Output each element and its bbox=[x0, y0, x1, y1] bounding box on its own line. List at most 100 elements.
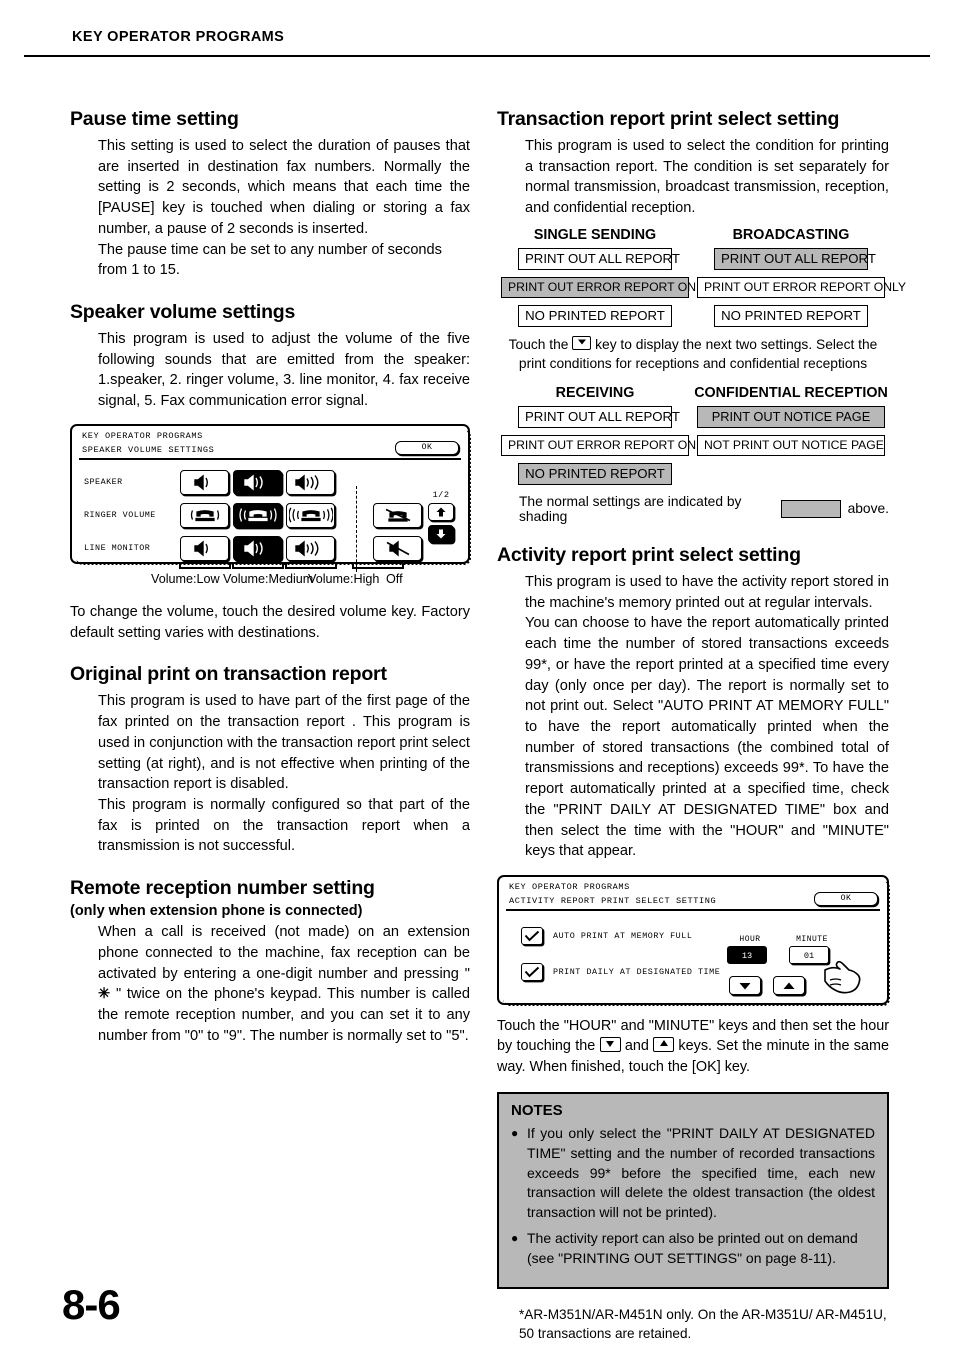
time-down-arrow-key[interactable] bbox=[729, 976, 761, 995]
panel-subtitle-text: SPEAKER VOLUME SETTINGS bbox=[82, 444, 215, 455]
caption-volume-low: Volume:Low bbox=[151, 571, 220, 586]
ringer-volume-medium-key[interactable] bbox=[233, 502, 282, 528]
bracket-high bbox=[285, 561, 337, 569]
speaker-volume-paragraph-1: This program is used to adjust the volum… bbox=[98, 331, 470, 410]
shading-legend: The normal settings are indicated by sha… bbox=[519, 494, 889, 524]
note-text: The activity report can also be printed … bbox=[527, 1230, 858, 1266]
speaker-volume-low-key[interactable] bbox=[180, 469, 229, 495]
bracket-off bbox=[352, 561, 404, 569]
line-monitor-high-key[interactable] bbox=[286, 535, 335, 561]
receiving-print-out-error-report-only[interactable]: PRINT OUT ERROR REPORT ONLY bbox=[501, 434, 710, 456]
single-sending-options: PRINT OUT ALL REPORT PRINT OUT ERROR REP… bbox=[497, 247, 710, 334]
broadcasting-print-out-all-report[interactable]: PRINT OUT ALL REPORT bbox=[714, 247, 876, 270]
down-arrow-icon bbox=[572, 335, 592, 350]
pause-time-paragraph-2: The pause time can be set to any number … bbox=[98, 241, 442, 279]
row-label-ringer-volume: RINGER VOLUME bbox=[84, 510, 156, 521]
speaker-volume-medium-key[interactable] bbox=[233, 469, 282, 495]
heading-broadcasting: BROADCASTING bbox=[732, 226, 850, 243]
bracket-medium bbox=[232, 561, 284, 569]
row-speaker: SPEAKER bbox=[72, 466, 468, 499]
minute-label: MINUTE bbox=[796, 935, 828, 944]
column-divider bbox=[356, 485, 357, 572]
row-label-speaker: SPEAKER bbox=[84, 477, 123, 488]
note-item: ● If you only select the "PRINT DAILY AT… bbox=[511, 1124, 875, 1223]
hour-label: HOUR bbox=[739, 935, 761, 944]
activity-panel-title-line-2: ACTIVITY REPORT PRINT SELECT SETTING OK bbox=[506, 892, 880, 911]
line-monitor-medium-key[interactable] bbox=[233, 535, 282, 561]
line-monitor-low-key[interactable] bbox=[180, 535, 229, 561]
row-line-monitor: LINE MONITOR bbox=[72, 532, 468, 565]
original-print-paragraph-1: This program is used to have part of the… bbox=[98, 693, 470, 793]
pointing-hand-icon bbox=[823, 957, 865, 1002]
receiving-print-out-all-report[interactable]: PRINT OUT ALL REPORT bbox=[518, 405, 680, 428]
panel-title-line-2: SPEAKER VOLUME SETTINGS OK bbox=[79, 440, 461, 460]
scroll-down-key[interactable] bbox=[428, 524, 454, 543]
bracket-low bbox=[179, 561, 231, 569]
bullet-icon: ● bbox=[511, 1231, 519, 1246]
activity-panel-subtitle-text: ACTIVITY REPORT PRINT SELECT SETTING bbox=[509, 896, 717, 906]
activity-ok-button[interactable]: OK bbox=[814, 892, 878, 906]
original-print-paragraph-2: This program is normally configured so t… bbox=[98, 796, 470, 855]
option-group-1-headings: SINGLE SENDING BROADCASTING bbox=[497, 227, 889, 243]
speaker-volume-panel: KEY OPERATOR PROGRAMS SPEAKER VOLUME SET… bbox=[70, 423, 471, 572]
single-sending-print-out-error-report-only[interactable]: PRINT OUT ERROR REPORT ONLY bbox=[501, 276, 710, 298]
option-group-2: PRINT OUT ALL REPORT PRINT OUT ERROR REP… bbox=[497, 405, 889, 492]
time-setting-area: HOUR MINUTE 13 01 bbox=[727, 935, 861, 995]
option-group-2-headings: RECEIVING CONFIDENTIAL RECEPTION bbox=[497, 385, 889, 401]
ringer-volume-off-key[interactable] bbox=[373, 502, 422, 528]
auto-print-at-memory-full-label: AUTO PRINT AT MEMORY FULL bbox=[553, 931, 693, 941]
speaker-volume-paragraph-2: To change the volume, touch the desired … bbox=[70, 603, 470, 641]
scroll-up-key[interactable] bbox=[428, 502, 454, 521]
caption-volume-high: Volume:High bbox=[308, 571, 380, 586]
speaker-volume-high-key[interactable] bbox=[286, 469, 335, 495]
time-up-arrow-key[interactable] bbox=[773, 976, 805, 995]
activity-report-panel: KEY OPERATOR PROGRAMS ACTIVITY REPORT PR… bbox=[497, 875, 890, 1006]
broadcasting-no-printed-report[interactable]: NO PRINTED REPORT bbox=[714, 304, 868, 327]
single-sending-no-printed-report[interactable]: NO PRINTED REPORT bbox=[518, 304, 672, 327]
heading-activity-report-print-select-setting: Activity report print select setting bbox=[497, 543, 801, 566]
remote-reception-paragraph: When a call is received (not made) on an… bbox=[98, 922, 470, 1046]
header-rule bbox=[24, 55, 930, 57]
print-daily-at-designated-time-checkbox[interactable] bbox=[521, 963, 543, 981]
activity-report-paragraph-2: You can choose to have the report automa… bbox=[525, 615, 889, 860]
confidential-print-out-notice-page[interactable]: PRINT OUT NOTICE PAGE bbox=[697, 405, 885, 428]
pause-time-paragraph-1: This setting is used to select the durat… bbox=[98, 138, 470, 237]
left-column: Pause time setting This setting is used … bbox=[70, 108, 471, 1046]
shading-legend-text-before: The normal settings are indicated by sha… bbox=[519, 493, 742, 524]
subheading-remote-reception: (only when extension phone is connected) bbox=[70, 903, 363, 920]
inline-down-arrow-icon bbox=[599, 1037, 621, 1053]
confidential-not-print-out-notice-page[interactable]: NOT PRINT OUT NOTICE PAGE bbox=[697, 434, 885, 456]
ringer-volume-low-key[interactable] bbox=[180, 502, 229, 528]
hour-value-key[interactable]: 13 bbox=[727, 946, 767, 964]
receiving-options: PRINT OUT ALL REPORT PRINT OUT ERROR REP… bbox=[497, 405, 710, 492]
row-ringer-volume: RINGER VOLUME bbox=[72, 499, 468, 532]
inline-up-arrow-icon bbox=[653, 1037, 675, 1053]
row-label-line-monitor: LINE MONITOR bbox=[84, 543, 151, 554]
touch-note-text-before: Touch the bbox=[508, 336, 573, 352]
heading-original-print-on-transaction-report: Original print on transaction report bbox=[70, 663, 387, 686]
document-page: KEY OPERATOR PROGRAMS Pause time setting… bbox=[0, 0, 954, 1351]
shading-swatch bbox=[780, 499, 841, 518]
ringer-volume-high-key[interactable] bbox=[286, 502, 335, 528]
notes-title: NOTES bbox=[511, 1101, 563, 1119]
right-column: Transaction report print select setting … bbox=[497, 108, 906, 1343]
bullet-icon: ● bbox=[511, 1125, 519, 1140]
broadcasting-print-out-error-report-only[interactable]: PRINT OUT ERROR REPORT ONLY bbox=[697, 276, 906, 298]
activity-panel-body: AUTO PRINT AT MEMORY FULL PRINT DAILY AT… bbox=[499, 911, 887, 1033]
activity-report-paragraph-1: This program is used to have the activit… bbox=[525, 573, 889, 611]
post-note-text-2: and bbox=[620, 1038, 654, 1055]
panel-navigation: 1/2 bbox=[424, 490, 458, 547]
heading-receiving: RECEIVING bbox=[555, 384, 635, 401]
volume-captions: Volume:Low Volume:Medium Volume:High Off bbox=[70, 572, 470, 590]
remote-reception-text-before: When a call is received (not made) on an… bbox=[98, 924, 470, 982]
line-monitor-off-key[interactable] bbox=[373, 535, 422, 561]
page-number: 8-6 bbox=[62, 1281, 121, 1328]
heading-confidential-reception: CONFIDENTIAL RECEPTION bbox=[694, 384, 888, 401]
single-sending-print-out-all-report[interactable]: PRINT OUT ALL REPORT bbox=[518, 247, 680, 270]
auto-print-at-memory-full-checkbox[interactable] bbox=[521, 927, 543, 945]
receiving-no-printed-report[interactable]: NO PRINTED REPORT bbox=[518, 462, 672, 485]
transaction-report-paragraph-1: This program is used to select the condi… bbox=[525, 138, 889, 217]
option-group-1: PRINT OUT ALL REPORT PRINT OUT ERROR REP… bbox=[497, 247, 906, 334]
heading-single-sending: SINGLE SENDING bbox=[533, 226, 657, 243]
ok-button[interactable]: OK bbox=[395, 440, 459, 455]
